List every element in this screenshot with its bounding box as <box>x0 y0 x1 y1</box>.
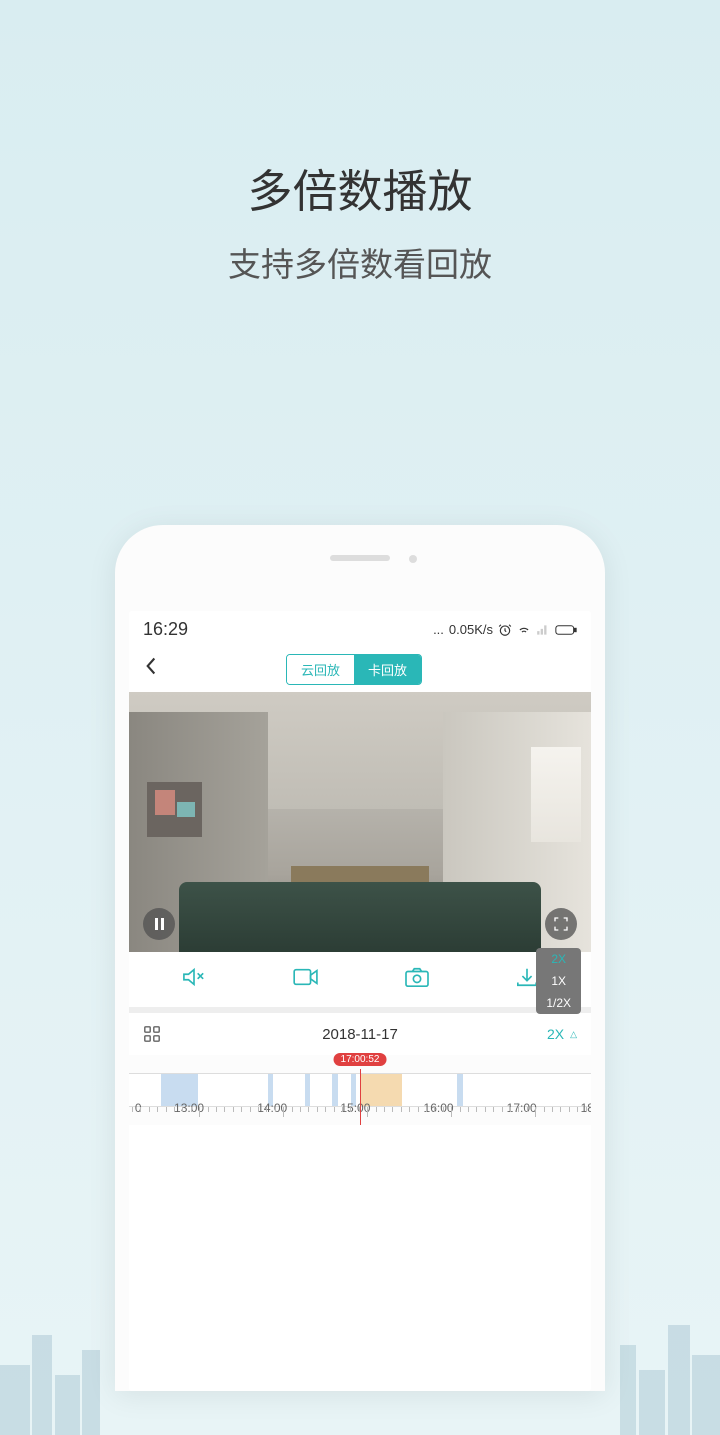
fullscreen-button[interactable] <box>545 908 577 940</box>
record-button[interactable] <box>292 967 320 992</box>
speed-menu: 2X 1X 1/2X <box>536 948 581 1014</box>
pause-icon <box>155 918 164 930</box>
speed-option-2x[interactable]: 2X <box>536 948 581 970</box>
download-button[interactable] <box>515 966 539 993</box>
tab-cloud-playback[interactable]: 云回放 <box>287 655 354 684</box>
phone-camera <box>409 555 417 563</box>
hero-subtitle: 支持多倍数看回放 <box>0 238 720 286</box>
signal-icon <box>536 623 550 637</box>
nav-bar: 云回放 卡回放 <box>129 646 591 692</box>
phone-screen: 16:29 ... 0.05K/s 云回放 卡回放 <box>129 611 591 1391</box>
event-segment <box>457 1074 463 1106</box>
event-segment <box>305 1074 311 1106</box>
hero-title: 多倍数播放 <box>0 155 720 220</box>
phone-speaker <box>330 555 390 561</box>
speed-indicator[interactable]: 2X △ <box>547 1026 577 1042</box>
grid-view-button[interactable] <box>143 1025 161 1043</box>
chevron-up-icon: △ <box>570 1029 577 1040</box>
playhead <box>360 1069 361 1125</box>
speed-option-halfx[interactable]: 1/2X <box>536 992 581 1014</box>
time-indicator-badge: 17:00:52 <box>334 1053 387 1066</box>
status-bar: 16:29 ... 0.05K/s <box>129 611 591 646</box>
playback-tab-segment: 云回放 卡回放 <box>286 654 422 685</box>
event-segment <box>332 1074 338 1106</box>
screenshot-button[interactable] <box>404 966 430 993</box>
status-net-speed: 0.05K/s <box>449 622 493 637</box>
date-label[interactable]: 2018-11-17 <box>322 1026 398 1043</box>
pause-button[interactable] <box>143 908 175 940</box>
status-dots: ... <box>433 622 444 637</box>
mute-button[interactable] <box>181 966 207 993</box>
date-bar: 2018-11-17 2X △ <box>129 1013 591 1055</box>
timeline[interactable]: 17:00:52 0 13:00 14:00 15:00 16:00 17:00… <box>129 1055 591 1125</box>
video-preview[interactable] <box>129 692 591 952</box>
alarm-icon <box>498 623 512 637</box>
back-button[interactable] <box>143 655 159 683</box>
speed-value: 2X <box>547 1026 564 1042</box>
speed-option-1x[interactable]: 1X <box>536 970 581 992</box>
battery-icon <box>555 624 577 636</box>
wifi-icon <box>517 623 531 637</box>
phone-mockup: 16:29 ... 0.05K/s 云回放 卡回放 <box>115 525 605 1391</box>
tab-card-playback[interactable]: 卡回放 <box>354 655 421 684</box>
status-time: 16:29 <box>143 619 188 640</box>
fullscreen-icon <box>553 916 569 932</box>
action-bar: 2X 1X 1/2X <box>129 952 591 1007</box>
